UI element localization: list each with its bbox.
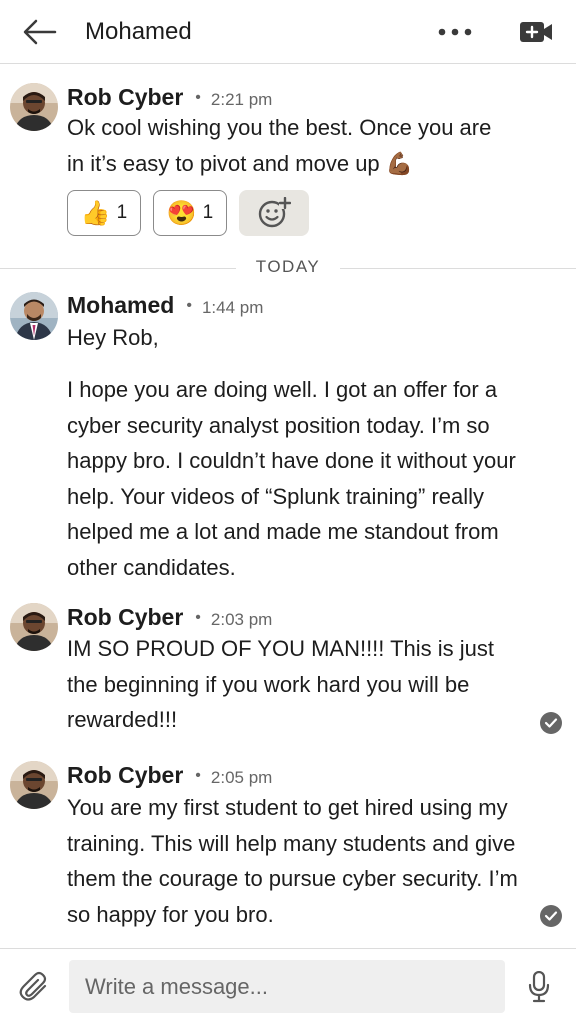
message-timestamp: 2:03 pm: [210, 610, 273, 629]
date-divider-label: TODAY: [255, 257, 321, 276]
message-timestamp: 1:44 pm: [201, 298, 264, 317]
message-input[interactable]: [69, 960, 505, 1013]
message-text: Ok cool wishing you the best. Once you a…: [67, 115, 492, 176]
paperclip-icon: [19, 971, 47, 1001]
seen-status: [540, 712, 562, 734]
reaction-count: 1: [116, 202, 128, 223]
message-text: IM SO PROUD OF YOU MAN!!!! This is just …: [67, 636, 495, 732]
conversation-title: Mohamed: [85, 18, 192, 45]
more-options-button[interactable]: [434, 16, 476, 48]
message-text: You are my first student to get hired us…: [67, 795, 518, 927]
reaction-bar: 👍 1 😍 1: [67, 190, 309, 236]
sender-name[interactable]: Rob Cyber: [67, 604, 183, 631]
message-item: Rob Cyber • 2:05 pm You are my first stu…: [0, 758, 576, 938]
add-reaction-button[interactable]: [239, 190, 309, 236]
sender-name[interactable]: Rob Cyber: [67, 762, 183, 789]
reaction-heart-eyes[interactable]: 😍 1: [153, 190, 227, 236]
more-horizontal-icon: [438, 28, 472, 36]
message-item: Rob Cyber • 2:03 pm IM SO PROUD OF YOU M…: [0, 600, 576, 742]
separator-dot: •: [195, 609, 201, 626]
separator-dot: •: [186, 297, 192, 314]
sender-name[interactable]: Mohamed: [67, 292, 174, 319]
message-composer: [0, 948, 576, 1024]
message-text-greeting: Hey Rob,: [67, 325, 159, 350]
thumbs-up-icon: 👍: [80, 199, 111, 227]
attach-button[interactable]: [16, 969, 52, 1005]
reaction-thumbs-up[interactable]: 👍 1: [67, 190, 141, 236]
seen-status: [540, 905, 562, 927]
message-timestamp: 2:21 pm: [210, 90, 273, 109]
separator-dot: •: [195, 767, 201, 784]
back-button[interactable]: [20, 14, 60, 50]
video-call-button[interactable]: [514, 14, 558, 50]
message-timestamp: 2:05 pm: [210, 768, 273, 787]
avatar[interactable]: [10, 292, 58, 340]
message-item: Mohamed • 1:44 pm Hey Rob, I hope you ar…: [0, 290, 576, 590]
heart-eyes-icon: 😍: [166, 199, 197, 227]
avatar[interactable]: [10, 761, 58, 809]
voice-message-button[interactable]: [524, 967, 554, 1007]
date-divider: TODAY: [0, 256, 576, 280]
microphone-icon: [528, 971, 550, 1003]
video-camera-plus-icon: [520, 22, 552, 42]
reaction-count: 1: [202, 202, 214, 223]
message-text-body: I hope you are doing well. I got an offe…: [67, 377, 516, 580]
checkmark-icon: [544, 718, 558, 728]
arrow-left-icon: [23, 19, 57, 45]
sender-name[interactable]: Rob Cyber: [67, 84, 183, 111]
conversation-header: Mohamed: [0, 0, 576, 64]
avatar[interactable]: [10, 83, 58, 131]
separator-dot: •: [195, 89, 201, 106]
avatar[interactable]: [10, 603, 58, 651]
checkmark-icon: [544, 911, 558, 921]
add-emoji-icon: [258, 197, 291, 228]
